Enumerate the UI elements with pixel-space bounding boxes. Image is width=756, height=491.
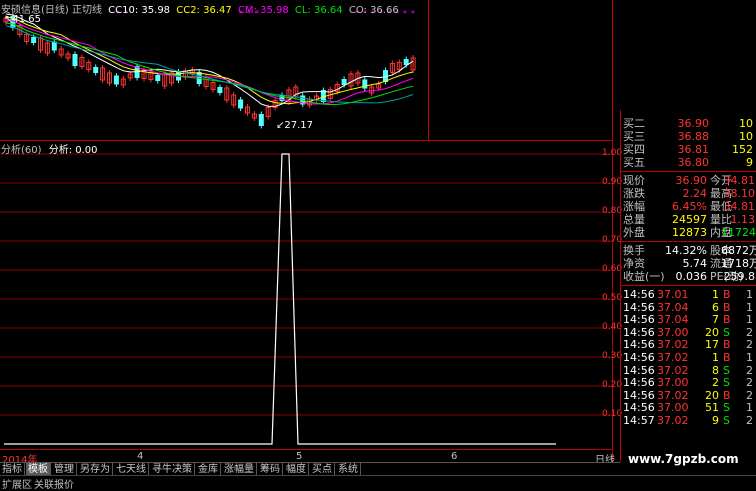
indicator-panel <box>0 153 612 445</box>
month-6-label: 6 <box>451 451 458 462</box>
chart-header: 安硕信息(日线) 正切线 CC10: 35.98 CC2: 36.47 CM: … <box>1 1 399 16</box>
ma-line-white <box>5 13 414 107</box>
indicator-tabs: 指标 模板 管理 另存为 七天线 寻牛决策 金库 涨幅量 筹码 幅度 买点 系统 <box>0 462 620 476</box>
high-price-label: ↖41.65 <box>4 14 41 25</box>
signal-star: * <box>403 9 407 18</box>
high-value: 41.65 <box>12 14 42 25</box>
signal-star: * <box>411 9 415 18</box>
month-4-label: 4 <box>137 451 144 462</box>
status-bar: 扩展区 关联报价 <box>0 475 756 491</box>
trade-row: 14:57 37.02 9 S 2 <box>621 413 756 429</box>
cl-value: CL: 36.64 <box>294 5 343 16</box>
month-5-label: 5 <box>296 451 303 462</box>
indicator-header: 分析(60) 分析: 0.00 <box>1 141 98 156</box>
chart-canvas[interactable]: * * * * * * * * * * * * * <box>0 0 620 462</box>
ma-line-teal <box>5 25 414 104</box>
stat-value: 11724 <box>721 226 756 239</box>
low-price-label: ↙27.17 <box>276 120 313 131</box>
trade-volume: 9 <box>712 414 719 427</box>
ma-line-green <box>5 22 414 106</box>
cc2-value: CC2: 36.47 <box>176 5 232 16</box>
cc10-value: CC10: 35.98 <box>108 5 171 16</box>
watermark: www.7gpzb.com <box>628 452 739 466</box>
trade-price: 37.02 <box>657 414 689 427</box>
indicator-value: 分析: 0.00 <box>48 145 98 156</box>
stat-value: 0.036 <box>675 270 708 283</box>
ma-line-yellow <box>5 16 414 105</box>
stats2-row: 收益(一) 0.036 PE(动) 259.8 <box>621 269 756 285</box>
y-axis-ticks: 1.00 0.90 0.80 0.70 0.60 0.50 0.40 0.30 0.20 0.10 <box>600 0 622 462</box>
quote-panel: 买二 36.90 10 买三 36.88 10 买四 36.81 152 买五 36.80 9 现价 36… <box>620 110 756 462</box>
chart-area[interactable]: * * * * * * * * * * * * * 安硕信息(日线) 正切线 CC10: 35.98 C… <box>0 0 622 466</box>
price-panel: * * * * * * * * * * * * * <box>3 9 416 129</box>
bid-level-label: 买五 <box>623 156 645 169</box>
co-value: CO: 36.66 <box>348 5 399 16</box>
low-value: 27.17 <box>284 120 314 131</box>
order-book-row: 买五 36.80 9 <box>621 155 756 171</box>
trade-side: S <box>723 414 730 427</box>
indicator-name: 分析(60) <box>1 145 42 156</box>
trade-count: 2 <box>746 414 753 427</box>
ma-line-magenta <box>5 19 414 105</box>
stat-value: 12873 <box>672 226 707 239</box>
stats-row: 外盘 12873 内盘 11724 <box>621 225 756 241</box>
extension-area-button[interactable]: 扩展区 <box>2 476 32 491</box>
bid-volume: 9 <box>746 156 753 169</box>
cm-value: CM: 35.98 <box>237 5 289 16</box>
stat-label: 外盘 <box>623 226 645 239</box>
stat-value: 259.8 <box>723 270 756 283</box>
linked-quote-button[interactable]: 关联报价 <box>34 476 74 491</box>
trade-time: 14:57 <box>623 414 655 427</box>
